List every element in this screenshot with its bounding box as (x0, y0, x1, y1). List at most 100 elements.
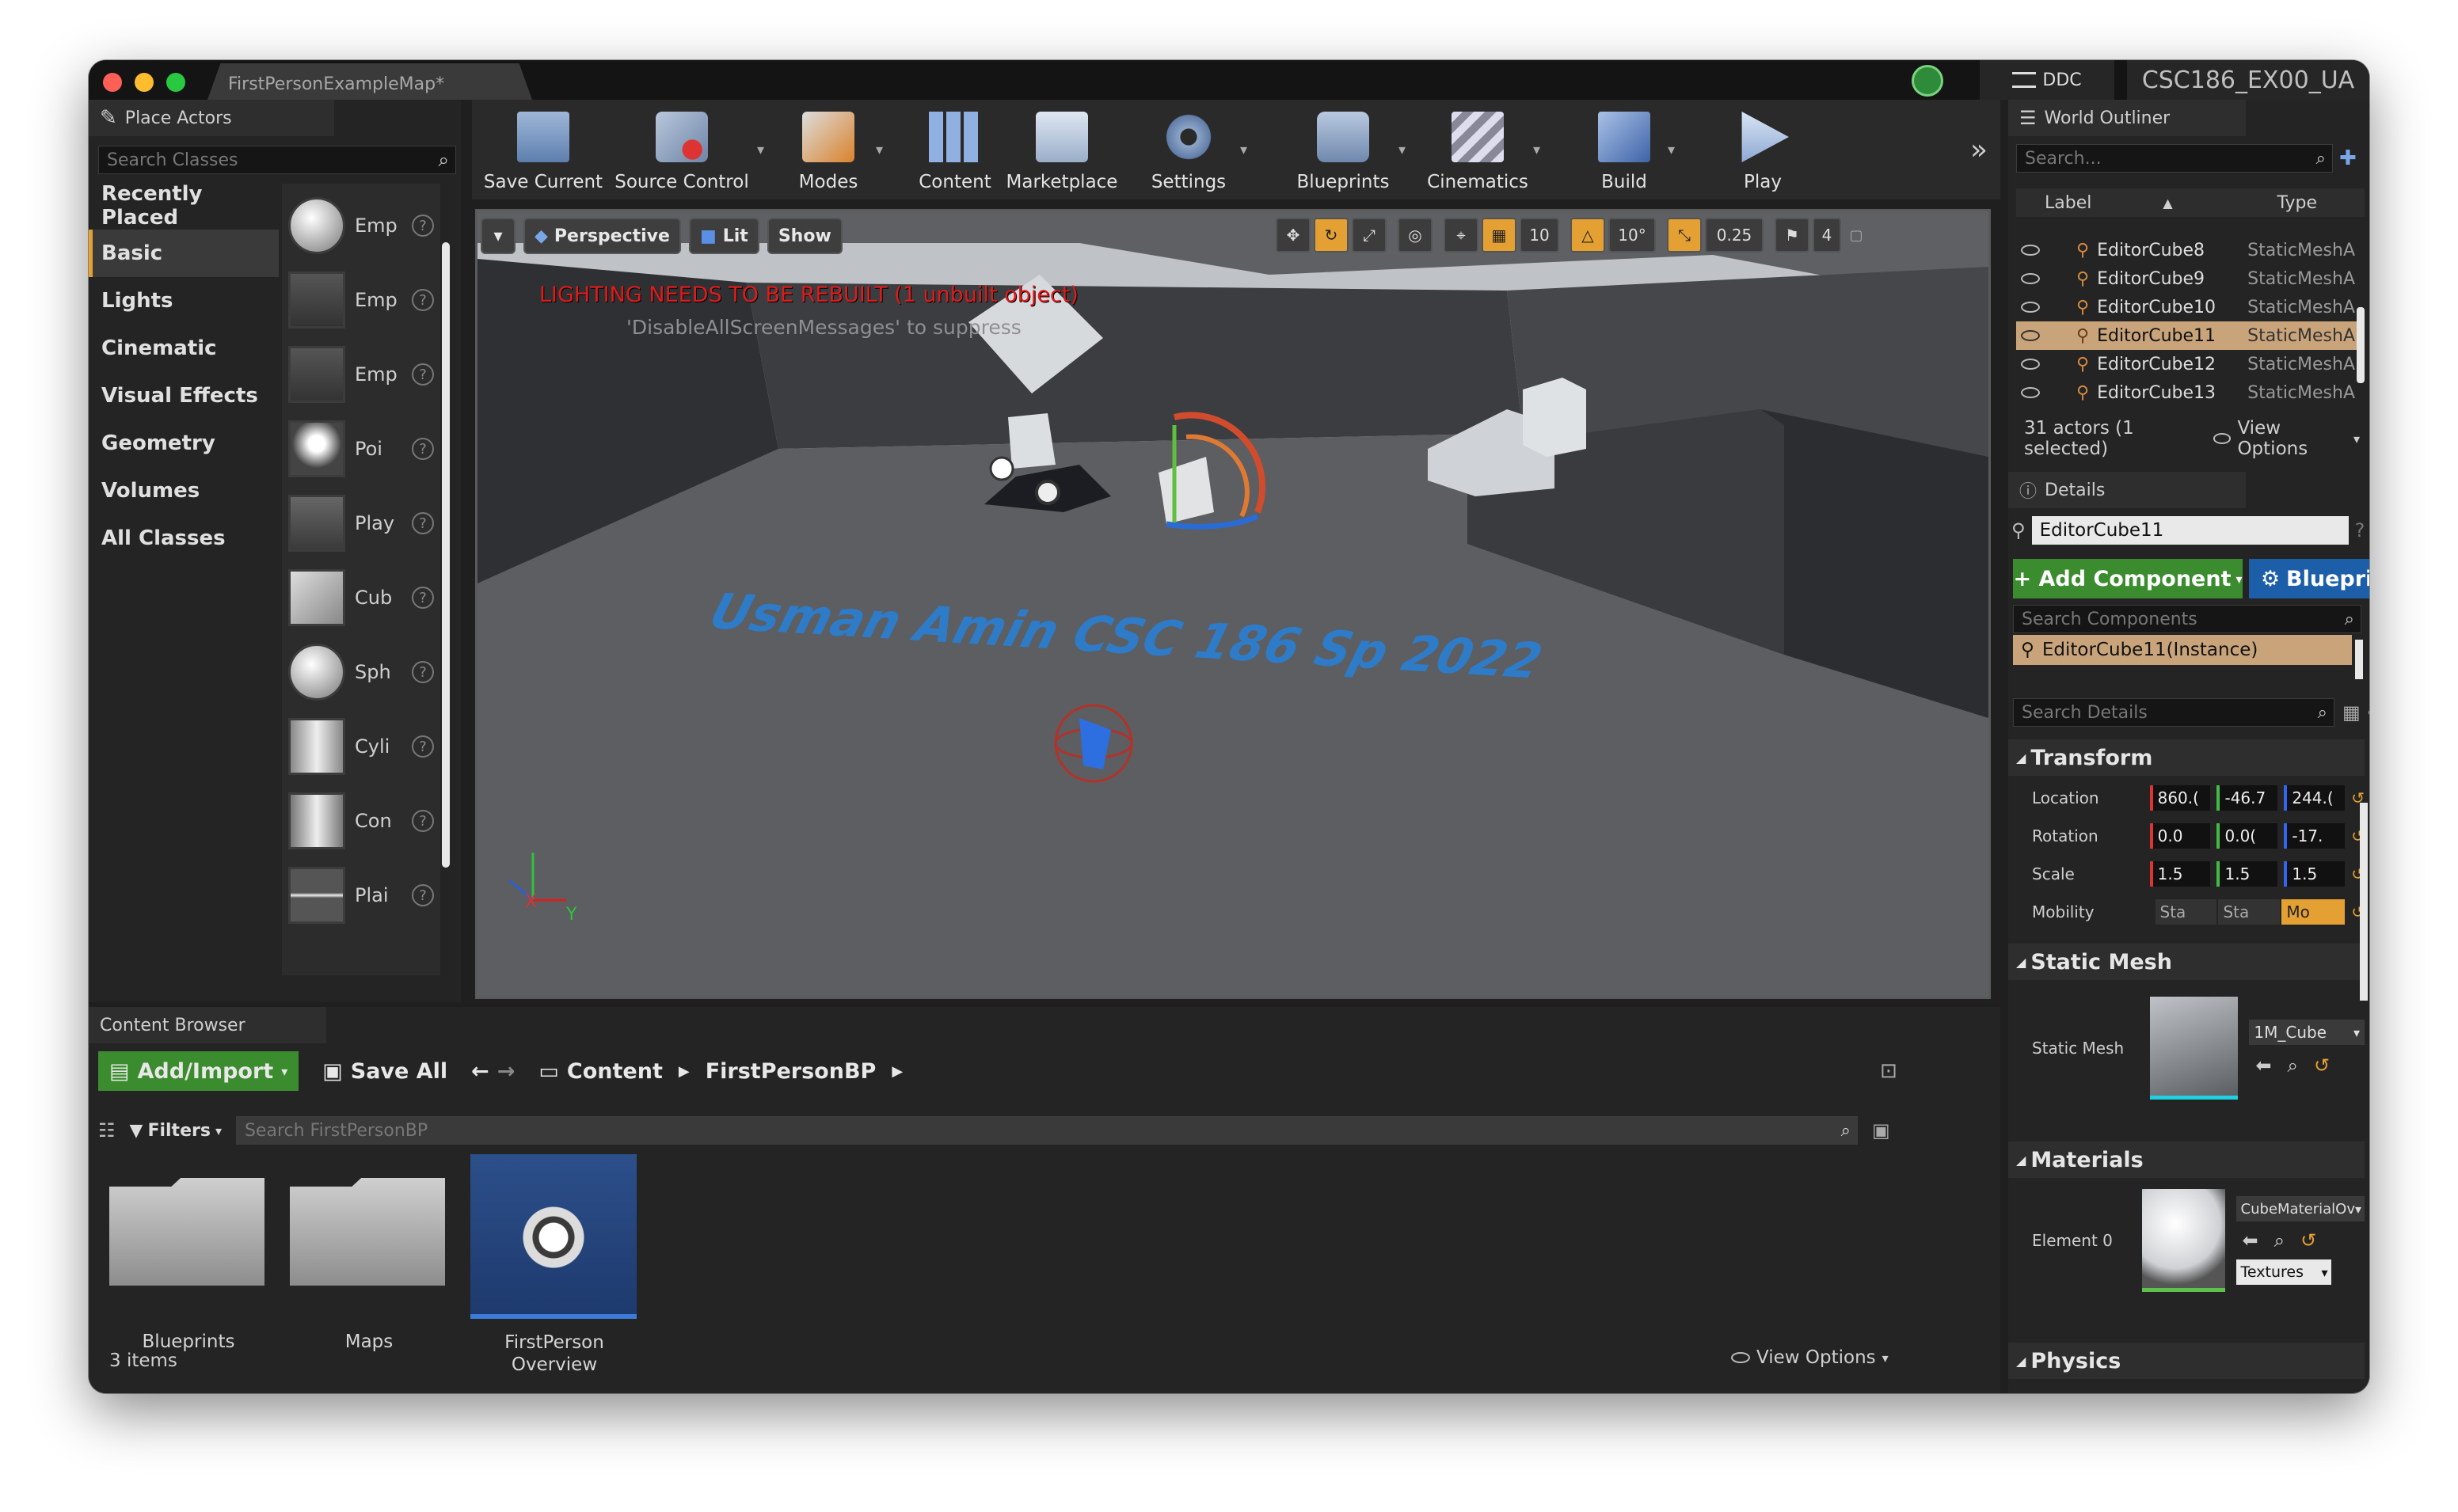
help-icon[interactable]: ? (412, 512, 434, 534)
show-button[interactable]: Show (767, 218, 843, 254)
outliner-view-options[interactable]: View Options (2237, 418, 2350, 459)
actor-item[interactable]: Emp? (288, 263, 434, 337)
add-import-button[interactable]: ▤ Add/Import ▾ (98, 1051, 299, 1091)
actor-item[interactable]: Cyli? (288, 709, 434, 784)
browse-search-icon[interactable]: ⌕ (2274, 1229, 2285, 1252)
world-outliner-tab[interactable]: ☰ World Outliner (2008, 100, 2246, 136)
grid-snap-icon[interactable]: ▦ (1482, 218, 1516, 253)
marketplace-button[interactable]: Marketplace (1003, 102, 1121, 197)
cinematics-dropdown-icon[interactable]: ▾ (1533, 142, 1581, 158)
scale-x-field[interactable]: 1.5 (2149, 861, 2211, 887)
sources-panel-icon[interactable]: ☷ (98, 1119, 116, 1142)
viewport-options-button[interactable]: ▾ (481, 218, 516, 254)
level-viewport[interactable]: ▾ ◆ Perspective ■ Lit Show ✥ ↻ ⤢ ◎ ⌖ ▦ 10 … (475, 209, 1991, 999)
visibility-eye-icon[interactable] (2021, 302, 2040, 313)
mobility-static-button[interactable]: Sta (2155, 899, 2217, 925)
static-mesh-dropdown[interactable]: 1M_Cube ▾ (2249, 1020, 2365, 1045)
visibility-eye-icon[interactable] (2021, 245, 2040, 256)
property-matrix-icon[interactable]: ▦ (2342, 701, 2361, 724)
transform-section-header[interactable]: ◢ Transform (2008, 739, 2365, 776)
ddc-indicator[interactable]: DDC (1980, 60, 2114, 100)
location-y-field[interactable]: -46.7 (2216, 785, 2278, 811)
category-geometry[interactable]: Geometry (89, 420, 279, 467)
materials-section-header[interactable]: ◢ Materials (2008, 1142, 2365, 1178)
rotation-snap-value[interactable]: 10° (1608, 218, 1656, 253)
outliner-scrollbar[interactable] (2357, 307, 2365, 383)
category-cinematic[interactable]: Cinematic (89, 325, 279, 372)
cinematics-button[interactable]: Cinematics (1422, 102, 1533, 197)
camera-speed-value[interactable]: 4 (1813, 218, 1841, 253)
static-mesh-thumbnail[interactable] (2150, 997, 2239, 1100)
details-tab[interactable]: ⓘ Details (2008, 472, 2246, 508)
back-arrow-icon[interactable]: ← (471, 1059, 489, 1084)
scale-z-field[interactable]: 1.5 (2284, 861, 2346, 887)
breadcrumb-content[interactable]: Content (567, 1059, 663, 1084)
scale-y-field[interactable]: 1.5 (2216, 861, 2278, 887)
category-volumes[interactable]: Volumes (89, 467, 279, 515)
outliner-row-selected[interactable]: ⚲ EditorCube11 StaticMeshA (2016, 321, 2357, 350)
lit-button[interactable]: ■ Lit (688, 218, 759, 254)
translate-mode-icon[interactable]: ✥ (1276, 218, 1311, 253)
rotation-x-field[interactable]: 0.0 (2149, 823, 2211, 849)
actor-item[interactable]: Plai? (288, 858, 434, 933)
location-x-field[interactable]: 860.( (2149, 785, 2211, 811)
actor-item[interactable]: Play? (288, 486, 434, 560)
search-components-input[interactable]: Search Components ⌕ (2013, 605, 2361, 633)
outliner-row[interactable]: ⚲ EditorCube9 StaticMeshA (2016, 264, 2357, 293)
asset-tile-firstperson-overview[interactable]: FirstPerson Overview (470, 1154, 638, 1376)
static-mesh-section-header[interactable]: ◢ Static Mesh (2008, 944, 2365, 980)
component-instance-row[interactable]: ⚲ EditorCube11(Instance) (2013, 635, 2352, 665)
build-button[interactable]: Build (1581, 102, 1668, 197)
content-browser-tab[interactable]: Content Browser (89, 1007, 326, 1043)
actor-item[interactable]: Emp? (288, 188, 434, 263)
toolbar-overflow-icon[interactable]: » (1970, 134, 1988, 166)
reset-arrow-icon[interactable]: ↺ (2314, 1054, 2330, 1077)
outliner-row[interactable]: ⚲ EditorCube13 StaticMeshA (2016, 378, 2357, 407)
rotation-y-field[interactable]: 0.0( (2216, 823, 2278, 849)
actor-item[interactable]: Emp? (288, 337, 434, 412)
rotation-snap-icon[interactable]: △ (1570, 218, 1605, 253)
settings-button[interactable]: Settings (1137, 102, 1240, 197)
help-icon[interactable]: ? (412, 438, 434, 460)
sort-ascending-icon[interactable]: ▲ (2163, 196, 2172, 211)
maximize-viewport-icon[interactable]: ▢ (1844, 227, 1868, 244)
help-icon[interactable]: ? (412, 810, 434, 832)
mobility-movable-button[interactable]: Mo (2281, 899, 2346, 925)
physics-section-header[interactable]: ◢ Physics (2008, 1343, 2365, 1379)
content-button[interactable]: Content (907, 102, 1003, 197)
save-search-icon[interactable]: ▣ (1872, 1119, 1890, 1142)
outliner-row[interactable]: ⚲ EditorCube12 StaticMeshA (2016, 350, 2357, 378)
actor-item[interactable]: Sph? (288, 635, 434, 709)
components-scrollbar[interactable] (2355, 640, 2363, 679)
category-recently-placed[interactable]: Recently Placed (89, 182, 279, 230)
help-icon[interactable]: ? (412, 363, 434, 386)
perspective-button[interactable]: ◆ Perspective (523, 218, 681, 254)
modes-dropdown-icon[interactable]: ▾ (876, 142, 907, 158)
save-all-button[interactable]: ▣ Save All (322, 1053, 447, 1089)
visibility-eye-icon[interactable] (2021, 330, 2040, 341)
asset-tile-blueprints[interactable]: Blueprints (109, 1154, 268, 1352)
content-search-input[interactable]: Search FirstPersonBP ⌕ (235, 1116, 1858, 1145)
blueprint-button[interactable]: ⚙Blueprint/Ac (2249, 559, 2369, 598)
use-selected-arrow-icon[interactable]: ⬅ (2243, 1229, 2258, 1252)
add-filter-icon[interactable]: ✚ (2339, 146, 2357, 170)
asset-tile-maps[interactable]: Maps (290, 1154, 448, 1352)
help-icon[interactable]: ? (2355, 519, 2365, 541)
modes-button[interactable]: Modes (781, 102, 876, 197)
category-lights[interactable]: Lights (89, 277, 279, 325)
help-icon[interactable]: ? (412, 661, 434, 683)
browse-search-icon[interactable]: ⌕ (2287, 1054, 2297, 1077)
settings-dropdown-icon[interactable]: ▾ (1240, 142, 1288, 158)
material-thumbnail[interactable] (2142, 1189, 2225, 1292)
rotate-mode-icon[interactable]: ↻ (1314, 218, 1349, 253)
use-selected-arrow-icon[interactable]: ⬅ (2255, 1054, 2271, 1077)
category-basic[interactable]: Basic (89, 230, 279, 277)
help-icon[interactable]: ? (412, 289, 434, 311)
breadcrumb-firstpersonbp[interactable]: FirstPersonBP (706, 1059, 877, 1084)
outliner-col-label[interactable]: Label (2045, 193, 2091, 213)
scale-snap-icon[interactable]: ⤡ (1667, 218, 1702, 253)
place-actors-tab[interactable]: ✎ Place Actors (89, 100, 334, 136)
actor-list-scrollbar[interactable] (442, 242, 450, 868)
document-tab[interactable]: FirstPersonExampleMap* (207, 63, 532, 100)
outliner-col-type[interactable]: Type (2277, 193, 2317, 213)
